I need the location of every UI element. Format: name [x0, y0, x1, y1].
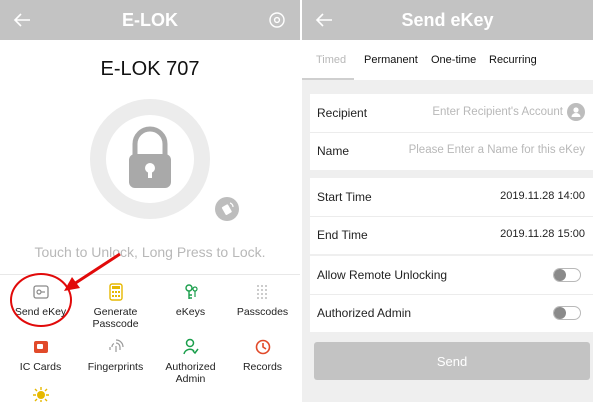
passcodes-icon: [256, 285, 269, 299]
ekeys-tile[interactable]: eKeys: [153, 283, 228, 318]
records-label: Records: [242, 361, 283, 373]
remote-unlock-row: Allow Remote Unlocking: [310, 256, 593, 294]
generate-passcode-label: Generate Passcode: [92, 306, 139, 330]
passcodes-tile[interactable]: Passcodes: [225, 283, 300, 318]
start-time-label: Start Time: [317, 190, 372, 204]
recipient-label: Recipient: [317, 106, 368, 120]
user-contact-icon[interactable]: [567, 103, 585, 121]
recipient-input[interactable]: Enter Recipient's Account: [432, 106, 563, 118]
end-time-row[interactable]: End Time 2019.11.28 15:00: [310, 216, 593, 254]
fingerprints-label: Fingerprints: [87, 361, 144, 373]
remote-unlock-toggle[interactable]: [553, 268, 581, 282]
active-tab-indicator: [302, 78, 354, 80]
authorized-admin-row: Authorized Admin: [310, 294, 593, 332]
toggle-knob: [554, 269, 566, 281]
authorized-admin-label: Authorized Admin: [317, 306, 412, 320]
authorized-admin-toggle[interactable]: [553, 306, 581, 320]
recipient-card: Recipient Enter Recipient's Account Name…: [310, 94, 593, 170]
name-label: Name: [317, 144, 350, 158]
ic-card-icon: [33, 341, 48, 353]
end-time-value[interactable]: 2019.11.28 15:00: [500, 228, 585, 240]
ekeys-icon: [184, 284, 198, 299]
ic-cards-label: IC Cards: [19, 361, 62, 373]
remote-icon[interactable]: [215, 197, 239, 221]
padlock-icon[interactable]: [90, 99, 210, 219]
left-screen: E-LOK E-LOK 707 Touch to Unlock, Long Pr…: [0, 0, 300, 402]
unlock-hint: Touch to Unlock, Long Press to Lock.: [34, 244, 266, 260]
right-top-bar: Send eKey: [302, 0, 593, 40]
admin-icon: [182, 338, 199, 355]
tab-one-time[interactable]: One-time: [431, 54, 476, 66]
fingerprint-icon: [108, 339, 124, 352]
records-icon: [255, 339, 270, 355]
name-row[interactable]: Name Please Enter a Name for this eKey: [310, 132, 593, 170]
tab-timed[interactable]: Timed: [316, 54, 346, 66]
start-time-row[interactable]: Start Time 2019.11.28 14:00: [310, 178, 593, 216]
ic-cards-tile[interactable]: IC Cards: [3, 338, 78, 373]
authorized-admin-tile[interactable]: Authorized Admin: [153, 338, 228, 385]
tab-recurring[interactable]: Recurring: [489, 54, 537, 66]
fingerprints-tile[interactable]: Fingerprints: [78, 338, 153, 373]
pointer-arrow-icon: [64, 252, 121, 291]
remote-unlock-label: Allow Remote Unlocking: [317, 268, 448, 282]
ekeys-label: eKeys: [175, 306, 206, 318]
left-top-bar: E-LOK: [0, 0, 300, 40]
send-button[interactable]: Send: [314, 342, 590, 380]
options-card: Allow Remote Unlocking Authorized Admin: [310, 256, 593, 332]
authorized-admin-label: Authorized Admin: [165, 361, 216, 385]
tab-permanent[interactable]: Permanent: [364, 54, 418, 66]
ekey-type-tabs: Timed Permanent One-time Recurring: [302, 40, 593, 80]
passcodes-label: Passcodes: [236, 306, 289, 318]
settings-tile[interactable]: [3, 386, 78, 402]
settings-icon[interactable]: [268, 11, 286, 29]
lock-title: E-LOK: [122, 10, 178, 30]
lock-name: E-LOK 707: [100, 58, 200, 80]
name-input[interactable]: Please Enter a Name for this eKey: [409, 144, 585, 156]
toggle-knob: [554, 307, 566, 319]
start-time-value[interactable]: 2019.11.28 14:00: [500, 190, 585, 202]
end-time-label: End Time: [317, 228, 368, 242]
records-tile[interactable]: Records: [225, 338, 300, 373]
right-screen: Send eKey Timed Permanent One-time Recur…: [302, 0, 593, 402]
settings-sun-icon: [32, 387, 49, 402]
time-card: Start Time 2019.11.28 14:00 End Time 201…: [310, 178, 593, 254]
send-ekey-title: Send eKey: [401, 10, 494, 30]
recipient-row[interactable]: Recipient Enter Recipient's Account: [310, 94, 593, 132]
